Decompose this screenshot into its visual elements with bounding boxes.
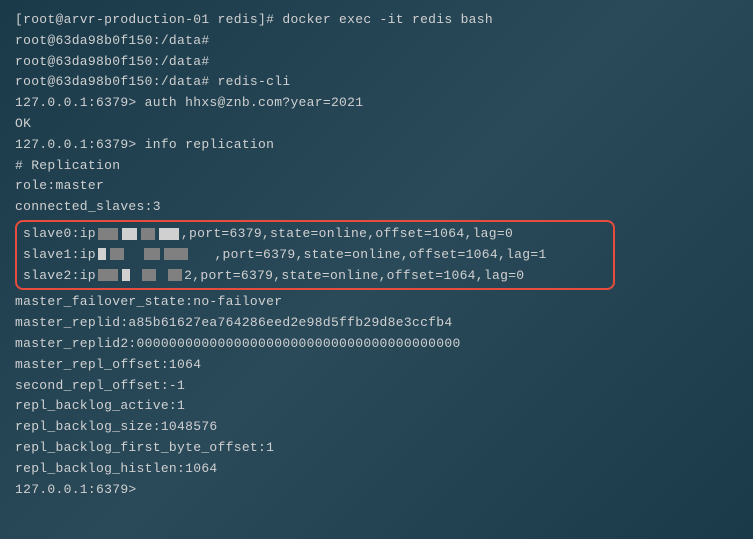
redacted-ip [142, 269, 156, 281]
redacted-ip [110, 248, 124, 260]
slave1-prefix: slave1:ip [23, 247, 96, 262]
master-failover-state: master_failover_state:no-failover [15, 292, 738, 313]
slave0-line: slave0:ip ,port=6379,state=online,offset=… [23, 224, 607, 245]
slave1-suffix: ,port=6379,state=online,offset=1064,lag=… [214, 247, 546, 262]
redacted-ip [159, 228, 179, 240]
slave2-suffix: 2,port=6379,state=online,offset=1064,lag… [184, 268, 524, 283]
repl-backlog-size: repl_backlog_size:1048576 [15, 417, 738, 438]
redacted-ip [122, 269, 130, 281]
repl-backlog-first-byte-offset: repl_backlog_first_byte_offset:1 [15, 438, 738, 459]
redacted-ip [98, 228, 118, 240]
second-repl-offset: second_repl_offset:-1 [15, 376, 738, 397]
master-replid: master_replid:a85b61627ea764286eed2e98d5… [15, 313, 738, 334]
replication-header: # Replication [15, 156, 738, 177]
slaves-highlight-box: slave0:ip ,port=6379,state=online,offset=… [15, 220, 615, 290]
master-replid2: master_replid2:0000000000000000000000000… [15, 334, 738, 355]
redacted-ip [164, 248, 188, 260]
repl-backlog-histlen: repl_backlog_histlen:1064 [15, 459, 738, 480]
redis-cli-command: root@63da98b0f150:/data# redis-cli [15, 72, 738, 93]
slave2-prefix: slave2:ip [23, 268, 96, 283]
redacted-ip [122, 228, 137, 240]
container-prompt: root@63da98b0f150:/data# [15, 52, 738, 73]
container-prompt: root@63da98b0f150:/data# [15, 31, 738, 52]
slave2-line: slave2:ip 2,port=6379,state=online,offse… [23, 266, 607, 287]
shell-prompt-line: [root@arvr-production-01 redis]# docker … [15, 10, 738, 31]
master-repl-offset: master_repl_offset:1064 [15, 355, 738, 376]
info-replication-command: 127.0.0.1:6379> info replication [15, 135, 738, 156]
redacted-ip [98, 248, 106, 260]
redacted-ip [141, 228, 155, 240]
slave0-prefix: slave0:ip [23, 226, 96, 241]
auth-command: 127.0.0.1:6379> auth hhxs@znb.com?year=2… [15, 93, 738, 114]
repl-backlog-active: repl_backlog_active:1 [15, 396, 738, 417]
redacted-ip [168, 269, 182, 281]
redis-prompt[interactable]: 127.0.0.1:6379> [15, 480, 738, 501]
redacted-ip [98, 269, 118, 281]
auth-response: OK [15, 114, 738, 135]
connected-slaves-line: connected_slaves:3 [15, 197, 738, 218]
slave1-line: slave1:ip ,port=6379,state=online,offset… [23, 245, 607, 266]
slave0-suffix: ,port=6379,state=online,offset=1064,lag=… [181, 226, 513, 241]
role-line: role:master [15, 176, 738, 197]
redacted-ip [144, 248, 160, 260]
